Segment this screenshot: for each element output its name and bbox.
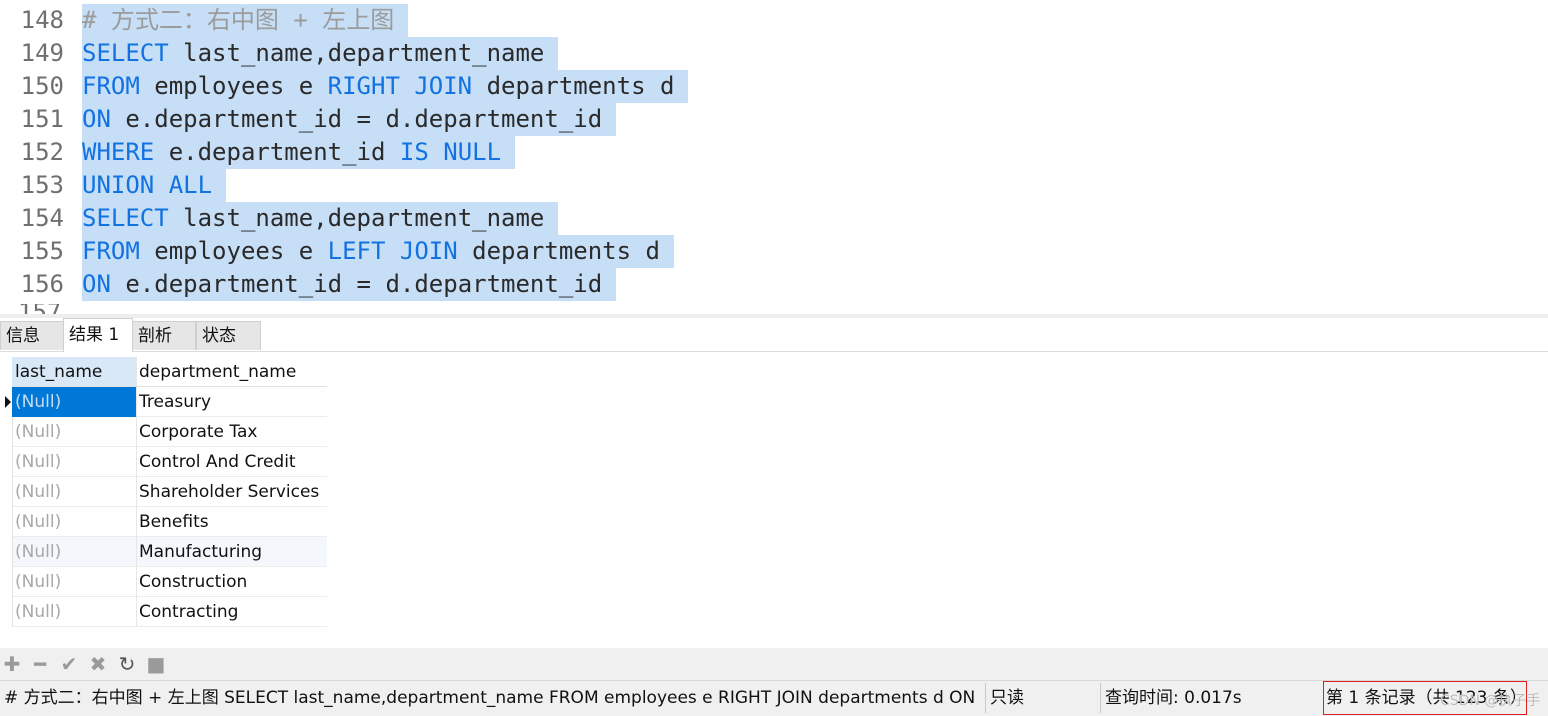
- sql-keyword: SELECT: [82, 39, 169, 67]
- code-line[interactable]: 155 FROM employees e LEFT JOIN department…: [0, 235, 1548, 268]
- status-readonly: 只读: [990, 688, 1024, 708]
- sql-keyword: RIGHT JOIN: [327, 72, 473, 100]
- code-text: ON e.department_id = d.department_id: [82, 103, 617, 136]
- tab-result-1-label: 结果 1: [69, 325, 120, 345]
- code-text: SELECT last_name,department_name: [82, 37, 559, 70]
- code-line[interactable]: 152 WHERE e.department_id IS NULL: [0, 136, 1548, 169]
- cell-last-name[interactable]: (Null): [12, 477, 136, 507]
- code-line[interactable]: 153 UNION ALL: [0, 169, 1548, 202]
- status-bar: # 方式二：右中图 + 左上图 SELECT last_name,departm…: [0, 680, 1548, 716]
- cell-department-name[interactable]: Treasury: [136, 387, 327, 417]
- line-number: 153: [20, 171, 64, 199]
- cell-department-name[interactable]: Control And Credit: [136, 447, 327, 477]
- code-text: FROM employees e LEFT JOIN departments d: [82, 235, 674, 268]
- cell-department-name[interactable]: Corporate Tax: [136, 417, 327, 447]
- plus-icon[interactable]: ✚: [1, 648, 23, 680]
- sql-comment: # 方式二：右中图 + 左上图: [82, 6, 395, 34]
- cell-last-name[interactable]: (Null): [12, 447, 136, 477]
- code-text: UNION ALL: [82, 169, 227, 202]
- refresh-icon[interactable]: ↻: [116, 648, 138, 680]
- minus-icon[interactable]: ━: [29, 648, 51, 680]
- cell-department-name[interactable]: Benefits: [136, 507, 327, 537]
- line-number: 148: [20, 6, 64, 34]
- sql-text: e.department_id: [154, 138, 400, 166]
- line-number: 150: [20, 72, 64, 100]
- code-line[interactable]: 151 ON e.department_id = d.department_id: [0, 103, 1548, 136]
- sql-keyword: FROM: [82, 72, 140, 100]
- tab-status-label: 状态: [202, 326, 236, 346]
- code-line[interactable]: 150 FROM employees e RIGHT JOIN departmen…: [0, 70, 1548, 103]
- cross-icon[interactable]: ✖: [87, 648, 109, 680]
- status-query-text: # 方式二：右中图 + 左上图 SELECT last_name,departm…: [4, 688, 976, 708]
- column-header-department-name[interactable]: department_name: [136, 357, 327, 387]
- watermark: CSDN @执子手: [1440, 693, 1541, 709]
- line-number: 156: [20, 270, 64, 298]
- row-pointer-icon: [5, 387, 12, 417]
- cell-department-name[interactable]: Construction: [136, 567, 327, 597]
- line-number: 149: [20, 39, 64, 67]
- code-text: WHERE e.department_id IS NULL: [82, 136, 516, 169]
- line-number: 155: [20, 237, 64, 265]
- cell-last-name[interactable]: (Null): [12, 507, 136, 537]
- line-number: 151: [20, 105, 64, 133]
- sql-keyword: UNION ALL: [82, 171, 213, 199]
- grid-toolbar: ✚ ━ ✔ ✖ ↻ ■: [0, 648, 1548, 680]
- sql-text: employees e: [139, 72, 328, 100]
- code-text: FROM employees e RIGHT JOIN departments …: [82, 70, 689, 103]
- cell-last-name[interactable]: (Null): [12, 567, 136, 597]
- check-icon[interactable]: ✔: [58, 648, 80, 680]
- line-number: 152: [20, 138, 64, 166]
- sql-keyword: SELECT: [82, 204, 169, 232]
- status-divider: [985, 683, 986, 713]
- sql-keyword: ON: [82, 270, 111, 298]
- sql-text: last_name,department_name: [168, 204, 545, 232]
- cell-department-name[interactable]: Manufacturing: [136, 537, 327, 567]
- cell-last-name[interactable]: (Null): [12, 387, 136, 417]
- code-text: SELECT last_name,department_name: [82, 202, 559, 235]
- column-header-last-name[interactable]: last_name: [12, 357, 136, 387]
- cell-department-name[interactable]: Shareholder Services: [136, 477, 327, 507]
- cell-last-name[interactable]: (Null): [12, 417, 136, 447]
- tab-info-label: 信息: [6, 326, 40, 346]
- code-line[interactable]: 156 ON e.department_id = d.department_id: [0, 268, 1548, 301]
- cell-last-name[interactable]: (Null): [12, 537, 136, 567]
- sql-editor[interactable]: 148 # 方式二：右中图 + 左上图 149 SELECT last_name,de…: [0, 0, 1548, 316]
- cell-department-name[interactable]: Contracting: [136, 597, 327, 627]
- tab-profile-label: 剖析: [138, 326, 172, 346]
- sql-text: e.department_id = d.department_id: [110, 270, 603, 298]
- sql-text: departments d: [457, 237, 660, 265]
- tab-status[interactable]: 状态: [196, 321, 261, 350]
- tab-info[interactable]: 信息: [0, 321, 64, 350]
- sql-keyword: IS NULL: [399, 138, 502, 166]
- code-line[interactable]: 154 SELECT last_name,department_name: [0, 202, 1548, 235]
- column-divider[interactable]: [136, 357, 137, 627]
- sql-keyword: ON: [82, 105, 111, 133]
- code-text: ON e.department_id = d.department_id: [82, 268, 617, 301]
- tab-result-1[interactable]: 结果 1: [63, 318, 133, 352]
- sql-keyword: FROM: [82, 237, 140, 265]
- tab-profile[interactable]: 剖析: [132, 321, 196, 350]
- sql-keyword: LEFT JOIN: [327, 237, 458, 265]
- sql-text: last_name,department_name: [168, 39, 545, 67]
- cell-last-name[interactable]: (Null): [12, 597, 136, 627]
- sql-text: employees e: [139, 237, 328, 265]
- line-number: 154: [20, 204, 64, 232]
- code-text: # 方式二：右中图 + 左上图: [82, 4, 409, 37]
- status-divider: [1100, 683, 1101, 713]
- sql-keyword: WHERE: [82, 138, 155, 166]
- sql-text: departments d: [472, 72, 675, 100]
- code-line[interactable]: 148 # 方式二：右中图 + 左上图: [0, 4, 1548, 37]
- status-query-time: 查询时间: 0.017s: [1105, 688, 1242, 708]
- stop-icon[interactable]: ■: [145, 648, 167, 680]
- code-line[interactable]: 149 SELECT last_name,department_name: [0, 37, 1548, 70]
- result-tabs: 信息 结果 1 剖析 状态: [0, 318, 1548, 352]
- sql-text: e.department_id = d.department_id: [110, 105, 603, 133]
